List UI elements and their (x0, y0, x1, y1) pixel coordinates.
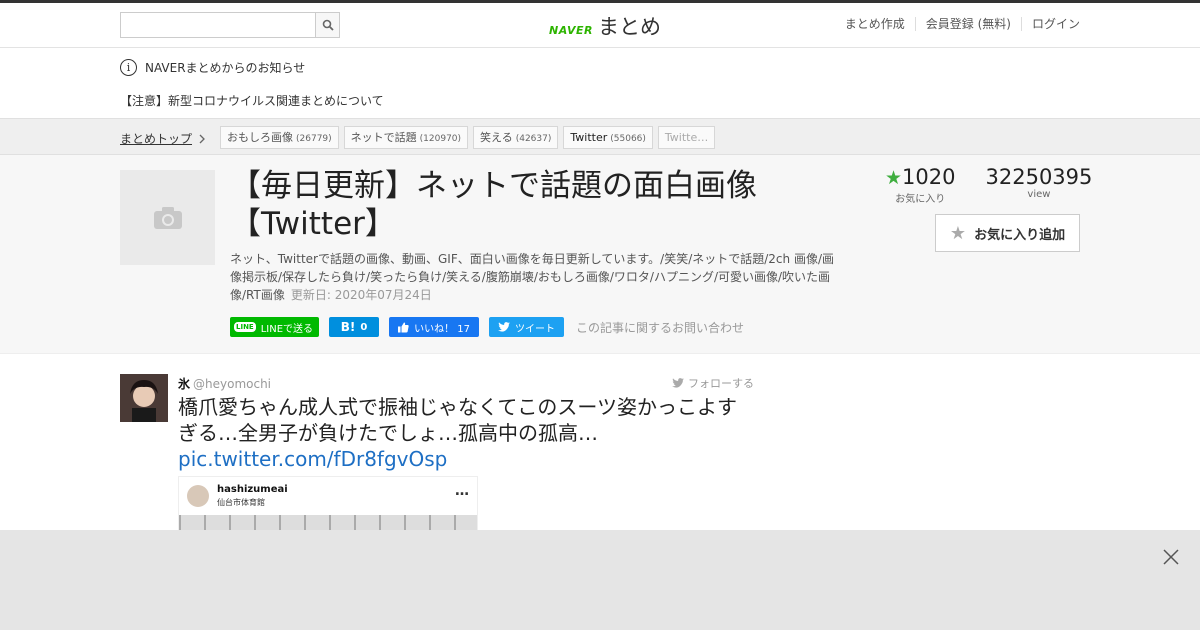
nav-login[interactable]: ログイン (1020, 17, 1080, 31)
page-title: 【毎日更新】ネットで話題の面白画像【Twitter】 (230, 168, 757, 242)
tweet-label: ツイート (515, 323, 556, 335)
tweet-body: 橋爪愛ちゃん成人式で振袖じゃなくてこのスーツ姿かっこよすぎる…全男子が負けたでし… (178, 395, 737, 445)
tag-count: (26779) (296, 134, 332, 144)
star-icon: ★ (949, 222, 967, 244)
add-favorite-label: お気に入り追加 (974, 227, 1066, 243)
facebook-like-label: いいね！ 17 (414, 323, 470, 335)
tag-twitter-more[interactable]: Twitte… (657, 126, 716, 149)
breadcrumb: まとめトップ おもしろ画像 (26779) ネットで話題 (120970) 笑える(… (0, 118, 1200, 155)
follow-button[interactable]: フォローする (672, 375, 754, 391)
tweet-user-handle[interactable]: @heyomochi (193, 377, 271, 391)
tag-label: おもしろ画像 (227, 131, 293, 144)
tag-label: 笑える (480, 131, 513, 144)
tag-count: (55066) (610, 134, 646, 144)
tweet-image-username: hashizumeai (217, 484, 288, 495)
site-header: NAVER まとめ まとめ作成 会員登録 (無料) ログイン (0, 3, 1200, 48)
site-logo[interactable]: NAVER まとめ (549, 11, 661, 41)
tag-omoshiro-gazou[interactable]: おもしろ画像 (26779) (220, 126, 339, 149)
line-icon: LINE (234, 322, 256, 332)
twitter-bird-icon (672, 378, 684, 388)
thumbs-up-icon (398, 322, 409, 332)
tag-label: Twitter (570, 131, 608, 144)
views-label: view (1027, 189, 1051, 200)
tweet-button[interactable]: ツイート (489, 317, 565, 337)
share-buttons: LINE LINEで送る B! 0 いいね！ 17 ツイート この記事に関するお… (230, 317, 744, 337)
article-stats: ★1020 お気に入り 32250395 view (885, 165, 1092, 205)
favorites-label: お気に入り (895, 194, 946, 205)
notice-title: NAVERまとめからのお知らせ (145, 61, 306, 75)
twitter-bird-icon (498, 322, 511, 332)
close-icon[interactable] (1162, 548, 1180, 566)
tweet-image[interactable]: hashizumeai 仙台市体育館 … (178, 476, 478, 536)
logo-matome: まとめ (597, 15, 661, 39)
favorites-count: 1020 (902, 165, 956, 189)
views-count: 32250395 (985, 165, 1093, 189)
follow-label: フォローする (688, 377, 754, 390)
contact-link[interactable]: この記事に関するお問い合わせ (576, 319, 744, 336)
camera-icon (153, 206, 182, 229)
notice-section: i NAVERまとめからのお知らせ 【注意】新型コロナウイルス関連まとめについて (0, 48, 1200, 118)
tweet-media-link[interactable]: pic.twitter.com/fDr8fgvOsp (178, 446, 753, 472)
tag-list: おもしろ画像 (26779) ネットで話題 (120970) 笑える (42637) … (220, 126, 716, 149)
article-description: ネット、Twitterで話題の画像、動画、GIF、面白い画像を毎日更新しています… (230, 250, 845, 304)
search-box (120, 12, 340, 38)
breadcrumb-top-link[interactable]: まとめトップ (120, 130, 206, 147)
tag-twitter[interactable]: Twitter (55066) (563, 126, 653, 149)
views-stat: 32250395 view (986, 165, 1093, 205)
ad-overlay (0, 530, 1200, 630)
search-input[interactable] (120, 12, 315, 38)
breadcrumb-top-label: まとめトップ (120, 132, 193, 146)
hatena-icon: B! (340, 320, 356, 334)
tag-count: (42637) (515, 134, 552, 144)
avatar-image (120, 374, 168, 422)
notice-item-link[interactable]: 【注意】新型コロナウイルス関連まとめについて (120, 92, 384, 109)
hatena-bookmark-button[interactable]: B! 0 (329, 317, 380, 337)
info-icon: i (120, 59, 137, 76)
facebook-like-button[interactable]: いいね！ 17 (389, 317, 480, 337)
star-icon: ★ (885, 167, 903, 189)
updated-date: 更新日: 2020年07月24日 (290, 288, 432, 302)
article-header: 【毎日更新】ネットで話題の面白画像【Twitter】 ネット、Twitterで話… (0, 155, 1200, 354)
hatena-count: 0 (360, 321, 368, 333)
logo-naver: NAVER (549, 24, 593, 37)
nav-create-matome[interactable]: まとめ作成 (835, 17, 915, 31)
tweet-image-location: 仙台市体育館 (217, 498, 265, 507)
chevron-right-icon (199, 134, 205, 143)
tweet-user: 氷 @heyomochi (178, 375, 271, 392)
search-button[interactable] (315, 12, 340, 38)
line-share-button[interactable]: LINE LINEで送る (230, 317, 320, 337)
more-icon: … (455, 483, 469, 499)
tag-net-wadai[interactable]: ネットで話題 (120970) (343, 126, 469, 149)
tweet-text: 橋爪愛ちゃん成人式で振袖じゃなくてこのスーツ姿かっこよすぎる…全男子が負けたでし… (178, 394, 753, 472)
tag-waraeru[interactable]: 笑える (42637) (473, 126, 559, 149)
avatar[interactable] (120, 374, 168, 422)
line-share-label: LINEで送る (260, 323, 314, 335)
nav-register[interactable]: 会員登録 (無料) (914, 17, 1021, 31)
search-icon (322, 19, 334, 31)
tag-label: ネットで話題 (350, 131, 417, 144)
tag-count: (120970) (419, 134, 462, 144)
header-nav: まとめ作成 会員登録 (無料) ログイン (835, 17, 1080, 31)
tweet-user-name[interactable]: 氷 (178, 377, 190, 391)
add-favorite-button[interactable]: ★ お気に入り追加 (935, 214, 1080, 252)
notice-title-row: i NAVERまとめからのお知らせ (120, 59, 305, 76)
favorites-stat: ★1020 お気に入り (885, 165, 956, 205)
tag-label: Twitte… (664, 131, 709, 144)
tweet-image-avatar (187, 485, 209, 507)
article-thumbnail (120, 170, 215, 265)
